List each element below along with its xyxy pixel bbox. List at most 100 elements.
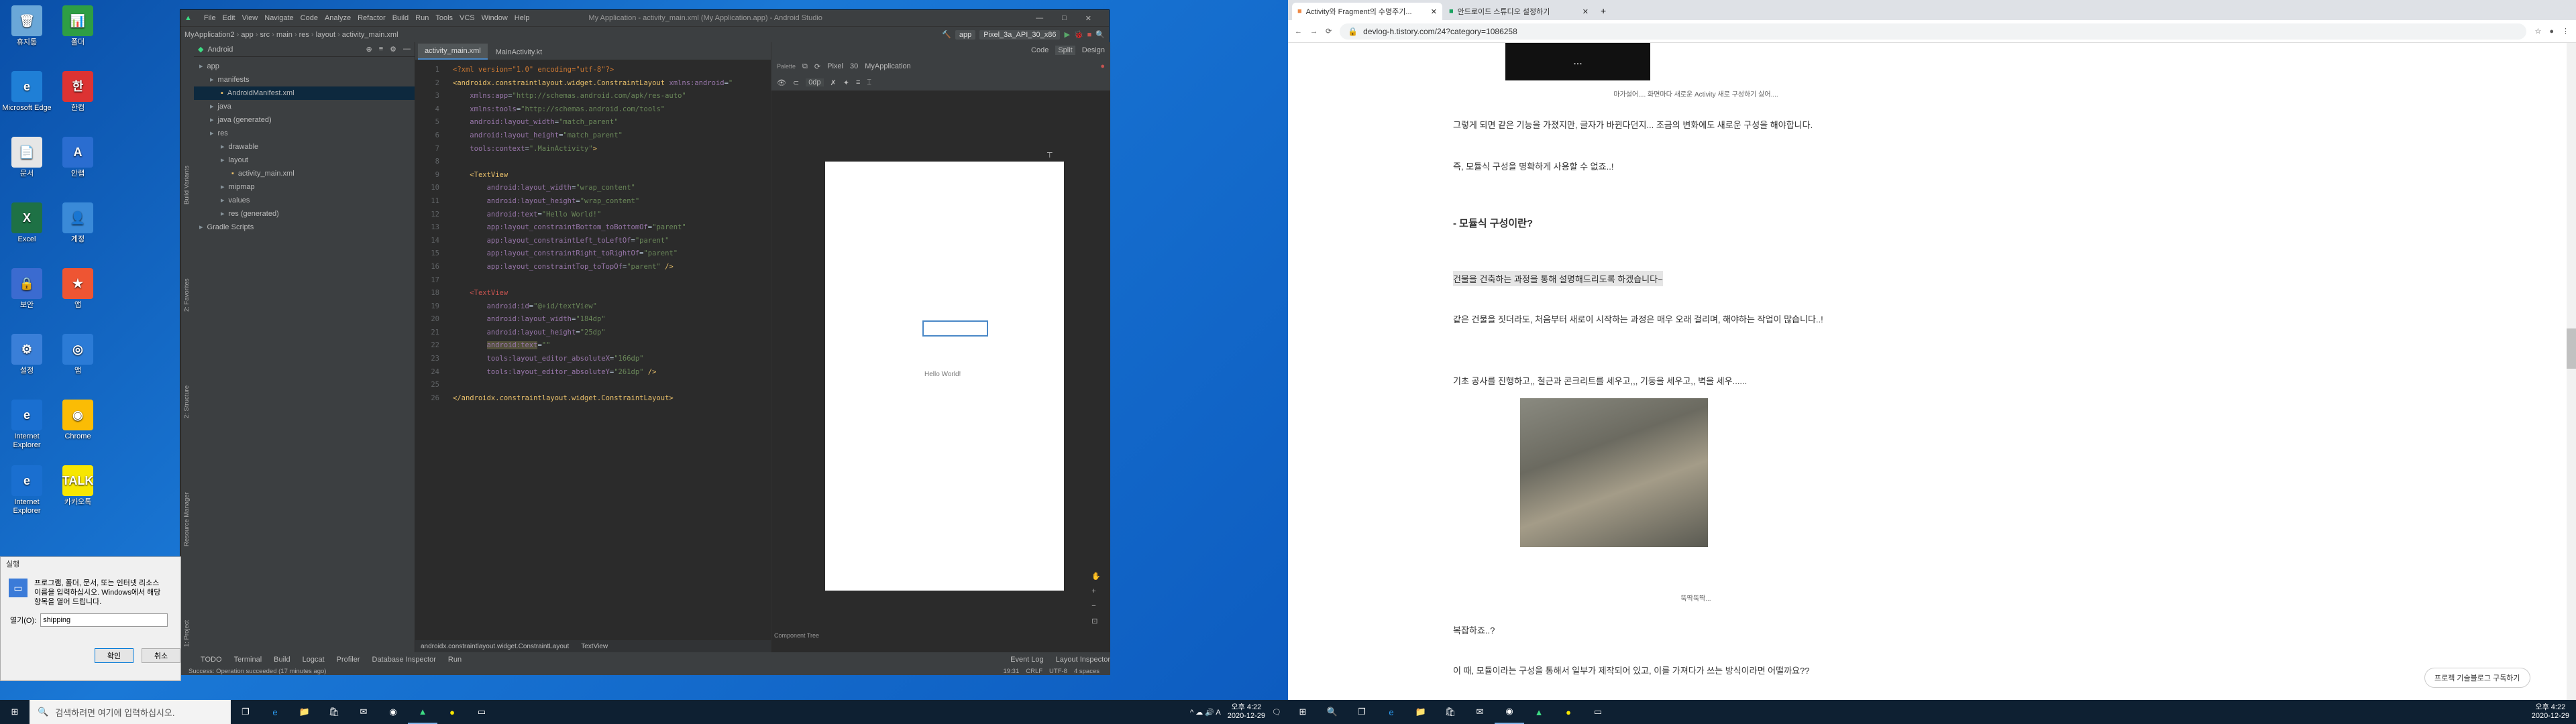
component-tree-tab[interactable]: Component Tree xyxy=(774,632,819,639)
start-icon[interactable]: ⊞ xyxy=(1288,700,1318,724)
menu-window[interactable]: Window xyxy=(482,14,508,22)
mail-icon[interactable]: ✉ xyxy=(1465,700,1495,724)
kakaotalk-icon[interactable]: ● xyxy=(1554,700,1583,724)
store-icon[interactable]: 🛍 xyxy=(319,700,349,724)
ok-button[interactable]: 확인 xyxy=(95,648,133,663)
side-tab[interactable]: 1: Project xyxy=(183,620,191,647)
close-icon[interactable]: ✕ xyxy=(1085,14,1091,23)
zoom-fit-icon[interactable]: ⊡ xyxy=(1091,617,1101,625)
file-explorer-icon[interactable]: 📁 xyxy=(290,700,319,724)
breadcrumb-item[interactable]: activity_main.xml xyxy=(342,31,398,39)
theme-selector[interactable]: MyApplication xyxy=(865,62,910,70)
status-item[interactable]: CRLF xyxy=(1026,668,1042,675)
tree-item[interactable]: ▸ manifests xyxy=(194,73,415,86)
clock-date[interactable]: 2020-12-29 xyxy=(2532,712,2569,721)
task-view-icon[interactable]: ❐ xyxy=(231,700,260,724)
breadcrumb-item[interactable]: app xyxy=(241,31,253,39)
address-bar[interactable]: 🔒 devlog-h.tistory.com/24?category=108625… xyxy=(1340,23,2527,40)
menu-view[interactable]: View xyxy=(242,14,258,22)
menu-help[interactable]: Help xyxy=(515,14,530,22)
menu-tools[interactable]: Tools xyxy=(435,14,453,22)
menu-edit[interactable]: Edit xyxy=(223,14,235,22)
cancel-button[interactable]: 취소 xyxy=(142,648,180,663)
api-selector[interactable]: 30 xyxy=(850,62,858,70)
desktop-icon[interactable]: 📊 폴더 xyxy=(51,5,105,47)
tool-window-button[interactable]: Profiler xyxy=(337,656,360,664)
tree-item[interactable]: ▸ app xyxy=(194,60,415,73)
menu-build[interactable]: Build xyxy=(392,14,409,22)
view-mode-design[interactable]: Design xyxy=(1082,46,1105,54)
tree-item[interactable]: ▪ activity_main.xml xyxy=(194,167,415,180)
desktop-icon[interactable]: 🗑 휴지통 xyxy=(0,5,54,47)
magnet-icon[interactable]: ⊂ xyxy=(793,78,799,87)
desktop-icon[interactable]: ◉ Chrome xyxy=(51,400,105,441)
search-icon[interactable]: 🔍 xyxy=(1095,30,1105,39)
mail-icon[interactable]: ✉ xyxy=(349,700,378,724)
pan-icon[interactable]: ✋ xyxy=(1091,572,1101,581)
tool-window-button[interactable]: TODO xyxy=(201,656,222,664)
stop-icon[interactable]: ■ xyxy=(1087,31,1092,39)
xml-code[interactable]: <?xml version="1.0" encoding="utf-8"?> <… xyxy=(447,64,733,405)
tool-window-button[interactable]: Run xyxy=(448,656,462,664)
minimize-icon[interactable]: — xyxy=(1036,14,1043,23)
tree-item[interactable]: ▸ layout xyxy=(194,154,415,167)
clear-constraints-icon[interactable]: ✗ xyxy=(830,78,837,87)
desktop-icon[interactable]: e Internet Explorer xyxy=(0,400,54,450)
eye-icon[interactable]: 👁 xyxy=(777,78,786,87)
tool-window-button[interactable]: Logcat xyxy=(303,656,325,664)
desktop-icon[interactable]: ◎ 앱 xyxy=(51,334,105,375)
start-icon[interactable]: ⊞ xyxy=(0,700,30,724)
desktop-icon[interactable]: ★ 앱 xyxy=(51,268,105,310)
hammer-icon[interactable]: 🔨 xyxy=(942,30,951,39)
tree-item[interactable]: ▸ res (generated) xyxy=(194,207,415,221)
taskbar-search[interactable]: 🔍 검색하려면 여기에 입력하십시오. xyxy=(30,700,231,724)
design-surface-icon[interactable]: ⧉ xyxy=(802,62,808,71)
tool-window-button[interactable]: Terminal xyxy=(234,656,262,664)
zoom-out-icon[interactable]: − xyxy=(1091,602,1101,610)
reload-icon[interactable]: ⟳ xyxy=(1326,27,1332,36)
clock-date[interactable]: 2020-12-29 xyxy=(1228,712,1265,721)
view-mode-code[interactable]: Code xyxy=(1031,46,1049,54)
breadcrumb-item[interactable]: res xyxy=(299,31,309,39)
subscribe-button[interactable]: 프로젝 기술블로그 구독하기 xyxy=(2424,668,2530,688)
align-icon[interactable]: ≡ xyxy=(856,78,860,86)
view-mode-split[interactable]: Split xyxy=(1055,46,1075,55)
guidelines-icon[interactable]: ⌶ xyxy=(867,78,871,87)
menu-run[interactable]: Run xyxy=(415,14,429,22)
palette-tab[interactable]: Palette xyxy=(777,63,796,70)
desktop-icon[interactable]: 🔒 보안 xyxy=(0,268,54,310)
design-canvas[interactable]: Hello World! ⊤ xyxy=(825,152,1064,591)
menu-code[interactable]: Code xyxy=(301,14,318,22)
xml-breadcrumb[interactable]: TextView xyxy=(581,643,608,650)
pin-icon[interactable]: ⊤ xyxy=(1046,151,1053,160)
tree-item[interactable]: ▸ values xyxy=(194,194,415,207)
browser-tab[interactable]: ■ 안드로이드 스튜디오 설정하기 ✕ xyxy=(1444,3,1594,20)
bookmark-star-icon[interactable]: ☆ xyxy=(2534,27,2541,36)
breadcrumb-item[interactable]: main xyxy=(276,31,292,39)
tool-window-button[interactable]: Event Log xyxy=(1010,656,1044,664)
desktop-icon[interactable]: 📄 문서 xyxy=(0,137,54,178)
run-config-select[interactable]: app xyxy=(955,29,976,40)
run-input[interactable] xyxy=(40,613,168,627)
browser-tab[interactable]: ■ Activity와 Fragment의 수명주기... ✕ xyxy=(1292,3,1442,20)
close-tab-icon[interactable]: ✕ xyxy=(1431,7,1437,16)
run-dialog-task-icon[interactable]: ▭ xyxy=(467,700,496,724)
run-icon[interactable]: ▶ xyxy=(1064,30,1069,39)
tray-icons[interactable]: ^ ☁ 🔊 A xyxy=(1190,708,1221,717)
editor-tab[interactable]: MainActivity.kt xyxy=(488,45,549,60)
menu-analyze[interactable]: Analyze xyxy=(325,14,351,22)
status-item[interactable]: 19:31 xyxy=(1003,668,1019,675)
collapse-icon[interactable]: ≡ xyxy=(379,45,383,54)
textview-hello[interactable]: Hello World! xyxy=(924,371,961,378)
android-studio-icon[interactable]: ▲ xyxy=(1524,700,1554,724)
hide-icon[interactable]: — xyxy=(403,45,411,54)
menu-navigate[interactable]: Navigate xyxy=(264,14,293,22)
desktop-icon[interactable]: TALK 카카오톡 xyxy=(51,465,105,507)
xml-breadcrumb[interactable]: androidx.constraintlayout.widget.Constra… xyxy=(421,643,569,650)
scrollbar[interactable] xyxy=(2567,43,2576,700)
tool-window-button[interactable]: Database Inspector xyxy=(372,656,436,664)
tool-window-button[interactable]: Layout Inspector xyxy=(1056,656,1110,664)
chrome-icon[interactable]: ◉ xyxy=(378,700,408,724)
clock-time[interactable]: 오후 4:22 xyxy=(2532,703,2569,712)
tool-window-button[interactable]: Build xyxy=(274,656,290,664)
